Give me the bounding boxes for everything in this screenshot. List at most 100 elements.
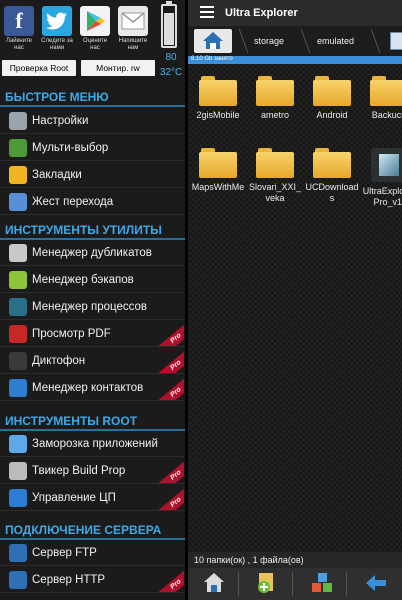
drawer-item-label: Просмотр PDF: [32, 328, 111, 340]
folder-item[interactable]: MapsWithMe: [190, 148, 246, 193]
battery-icon: [161, 1, 177, 48]
gesture-hand-icon: [9, 193, 27, 211]
recorder-icon: [9, 352, 27, 370]
drawer-item[interactable]: Менеджер бэкапов: [0, 267, 184, 293]
home-icon: [203, 32, 223, 49]
social-row: f Лайкните нас Следите за нами Оцените н…: [0, 0, 185, 58]
file-browser-pane: Ultra Explorer storage emulated 6.10 Gb …: [188, 0, 402, 600]
follow-us-button[interactable]: Следите за нами: [40, 6, 74, 52]
back-arrow-icon: [366, 575, 386, 591]
storage-usage-bar: 6.10 Gb занято: [188, 56, 402, 64]
section-tools: ИНСТРУМЕНТЫ УТИЛИТЫ: [0, 221, 185, 240]
drawer-item[interactable]: Твикер Build Prop Pro: [0, 458, 184, 484]
storage-icon[interactable]: [390, 32, 402, 50]
navigation-drawer: f Лайкните нас Следите за нами Оцените н…: [0, 0, 187, 600]
pro-badge: Pro: [157, 375, 184, 400]
folder-item[interactable]: Android: [304, 76, 360, 121]
folder-icon: [370, 76, 402, 106]
process-monitor-icon: [9, 298, 27, 316]
toolbar-divider: [292, 572, 293, 596]
folder-item[interactable]: ametro: [247, 76, 303, 121]
battery-level-fill: [164, 13, 174, 45]
drawer-item[interactable]: Закладки: [0, 162, 184, 188]
drawer-item-label: Твикер Build Prop: [32, 465, 126, 477]
add-folder-icon: [258, 573, 273, 593]
pro-badge: Pro: [157, 348, 184, 373]
home-button[interactable]: [202, 571, 226, 595]
settings-gear-icon: [9, 112, 27, 130]
http-server-icon: [9, 571, 27, 589]
rate-us-caption: Оцените нас: [82, 38, 108, 51]
file-name: 2gisMobile: [196, 110, 240, 120]
mount-rw-button[interactable]: Монтир. rw: [81, 60, 155, 76]
contacts-icon: [9, 379, 27, 397]
drawer-item[interactable]: Менеджер процессов: [0, 294, 184, 320]
drawer-item-label: Менеджер контактов: [32, 382, 144, 394]
folder-icon: [199, 148, 237, 178]
drawer-item-label: Настройки: [32, 115, 89, 127]
drawer-item-label: Управление ЦП: [32, 492, 116, 504]
file-name: Android: [316, 110, 348, 120]
folder-item[interactable]: Backucu: [361, 76, 402, 121]
folder-icon: [256, 76, 294, 106]
folder-icon: [256, 148, 294, 178]
breadcrumb-separator: [231, 29, 249, 53]
breadcrumb-emulated[interactable]: emulated: [317, 30, 354, 52]
cpu-monitor-icon: [9, 489, 27, 507]
drawer-item-label: Жест перехода: [32, 196, 114, 208]
menu-icon[interactable]: [200, 6, 214, 18]
file-name: UCDownloads: [305, 182, 359, 203]
drawer-item-label: Менеджер процессов: [32, 301, 147, 313]
battery-temperature: 32°C: [159, 67, 183, 78]
drawer-item[interactable]: Менеджер контактов Pro: [0, 375, 184, 401]
folder-icon: [313, 148, 351, 178]
drawer-item[interactable]: Настройки: [0, 108, 184, 134]
drawer-item[interactable]: Сервер HTTP Pro: [0, 567, 184, 593]
pro-badge: Pro: [157, 458, 184, 483]
drawer-item[interactable]: Жест перехода: [0, 189, 184, 215]
ftp-server-icon: [9, 544, 27, 562]
freeze-app-icon: [9, 435, 27, 453]
follow-us-caption: Следите за нами: [41, 38, 73, 51]
status-bar: 10 папки(ок) , 1 файла(ов): [188, 552, 402, 568]
multi-select-icon: [312, 573, 332, 592]
folder-icon: [199, 76, 237, 106]
bookmark-star-icon: [9, 166, 27, 184]
app-title: Ultra Explorer: [225, 7, 298, 19]
mail-icon: [118, 6, 148, 36]
write-us-caption: Напишите нам: [118, 38, 148, 51]
drawer-item-label: Мульти-выбор: [32, 142, 109, 154]
folder-item[interactable]: Slovari_XXI_veka: [247, 148, 303, 204]
drawer-item[interactable]: Заморозка приложений: [0, 431, 184, 457]
toolbar-divider: [238, 572, 239, 596]
like-us-caption: Лайкните нас: [6, 38, 32, 51]
folder-item[interactable]: 2gisMobile: [190, 76, 246, 121]
write-us-button[interactable]: Напишите нам: [116, 6, 150, 52]
drawer-item[interactable]: Менеджер дубликатов: [0, 240, 184, 266]
folder-icon: [313, 76, 351, 106]
folder-item[interactable]: UCDownloads: [304, 148, 360, 204]
drawer-item-label: Менеджер дубликатов: [32, 247, 152, 259]
breadcrumb-storage[interactable]: storage: [254, 30, 284, 52]
battery-percent: 80: [165, 52, 177, 63]
drawer-item[interactable]: Мульти-выбор: [0, 135, 184, 161]
file-item[interactable]: UltraExplorerPro_v1.: [361, 148, 402, 208]
breadcrumb-home[interactable]: [194, 29, 232, 53]
add-button[interactable]: [255, 571, 279, 595]
rate-us-button[interactable]: Оцените нас: [78, 6, 112, 52]
file-name: ametro: [260, 110, 289, 120]
drawer-item[interactable]: Управление ЦП Pro: [0, 485, 184, 511]
multi-select-button[interactable]: [310, 571, 334, 595]
drawer-item[interactable]: Диктофон Pro: [0, 348, 184, 374]
drawer-item-label: Сервер FTP: [32, 547, 97, 559]
back-button[interactable]: [364, 571, 388, 595]
pro-badge: Pro: [157, 567, 184, 592]
section-server: ПОДКЛЮЧЕНИЕ СЕРВЕРА: [0, 521, 185, 540]
drawer-item[interactable]: Сервер FTP: [0, 540, 184, 566]
multi-select-icon: [9, 139, 27, 157]
file-name: Slovari_XXI_veka: [248, 182, 302, 203]
toolbar-divider: [346, 572, 347, 596]
root-check-button[interactable]: Проверка Root: [2, 60, 76, 76]
like-us-button[interactable]: f Лайкните нас: [2, 6, 36, 52]
drawer-item[interactable]: Просмотр PDF Pro: [0, 321, 184, 347]
